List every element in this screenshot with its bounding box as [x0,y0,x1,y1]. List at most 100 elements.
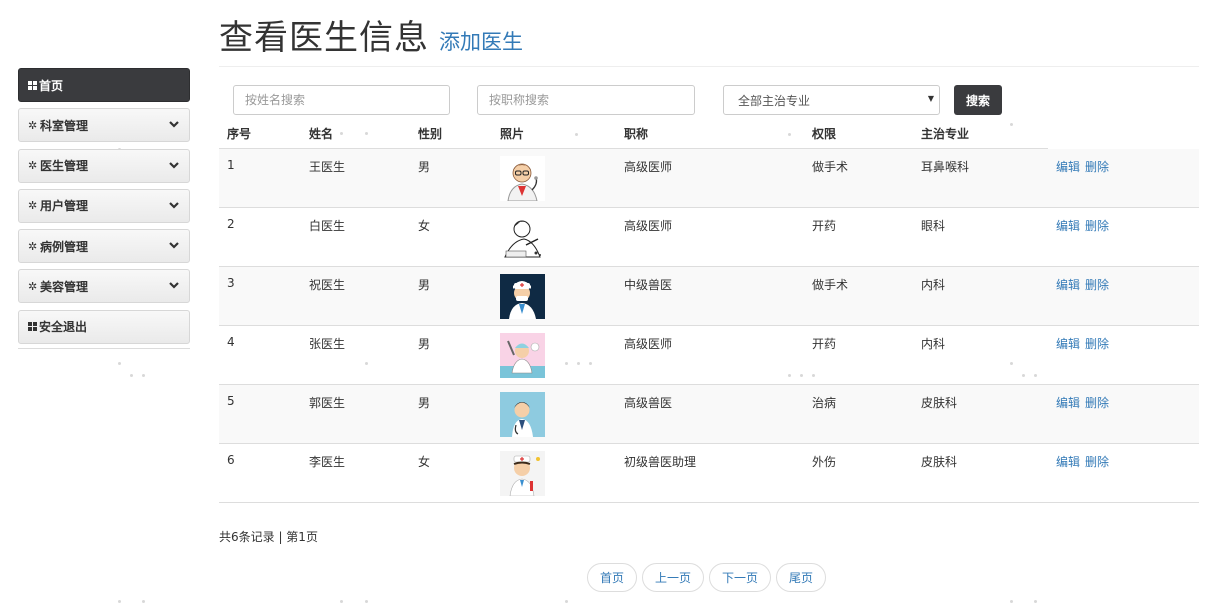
cell-gender: 男 [410,266,492,326]
sidebar-item-home[interactable]: 首页 [18,68,190,102]
sidebar-item-label: 用户管理 [40,199,89,214]
delete-link[interactable]: 删除 [1085,160,1109,174]
table-row: 2 白医生 女 高级医师 开药 眼科 编辑 删除 [219,207,1199,267]
chevron-down-icon [169,161,179,169]
delete-link[interactable]: 删除 [1085,278,1109,292]
delete-link[interactable]: 删除 [1085,337,1109,351]
cell-photo [492,148,616,208]
cell-permission: 开药 [804,325,913,385]
delete-link[interactable]: 删除 [1085,219,1109,233]
edit-link[interactable]: 编辑 [1056,219,1080,233]
chevron-down-icon [169,202,179,209]
gear-icon: ✲ [28,118,38,132]
table-row: 3 祝医生 男 中级兽医 做手术 内科 编辑 删除 [219,266,1199,326]
sidebar-item-label: 首页 [39,78,64,93]
title-search-input[interactable] [477,85,695,115]
cell-name: 祝医生 [301,266,410,326]
column-header: 权限 [804,118,913,149]
cell-photo [492,266,616,326]
cell-specialty: 内科 [913,266,1048,326]
doctor-photo [500,451,545,496]
cell-actions: 编辑 删除 [1048,207,1199,267]
edit-link[interactable]: 编辑 [1056,160,1080,174]
cell-photo [492,207,616,267]
cell-permission: 做手术 [804,148,913,208]
edit-link[interactable]: 编辑 [1056,455,1080,469]
sidebar-item-label: 病例管理 [40,239,89,254]
gear-icon: ✲ [28,199,38,213]
cell-permission: 开药 [804,207,913,267]
add-doctor-link[interactable]: 添加医生 [439,26,523,56]
column-header: 职称 [616,118,804,149]
cell-actions: 编辑 删除 [1048,148,1199,208]
cell-specialty: 耳鼻喉科 [913,148,1048,208]
page-title: 查看医生信息 [219,18,429,58]
cell-actions: 编辑 删除 [1048,384,1199,444]
gear-icon: ✲ [28,239,38,253]
cell-permission: 外伤 [804,443,913,503]
doctor-photo [500,215,545,260]
doctor-photo [500,274,545,319]
column-header: 姓名 [301,118,410,149]
sidebar-item-beauty[interactable]: ✲ 美容管理 [18,269,190,304]
table-row: 6 李医生 女 初级兽医助理 外伤 皮肤科 编辑 删除 [219,443,1199,503]
edit-link[interactable]: 编辑 [1056,278,1080,292]
cell-title: 高级医师 [616,325,804,385]
column-header: 序号 [219,118,301,149]
prev-page-button[interactable]: 上一页 [642,563,705,592]
edit-link[interactable]: 编辑 [1056,396,1080,410]
doctor-photo [500,333,545,378]
cell-title: 中级兽医 [616,266,804,326]
cell-photo [492,325,616,385]
edit-link[interactable]: 编辑 [1056,337,1080,351]
next-page-button[interactable]: 下一页 [709,563,772,592]
table-header-row: 序号 姓名 性别 照片 职称 权限 主治专业 [219,118,1199,149]
cell-specialty: 内科 [913,325,1048,385]
cell-actions: 编辑 删除 [1048,266,1199,326]
cell-id: 5 [219,384,301,444]
gear-icon: ✲ [28,159,38,173]
cell-gender: 女 [410,443,492,503]
cell-id: 1 [219,148,301,208]
cell-gender: 男 [410,384,492,444]
sidebar-item-departments[interactable]: ✲ 科室管理 [18,108,190,143]
grid-icon [28,322,37,332]
cell-actions: 编辑 删除 [1048,443,1199,503]
sidebar-item-cases[interactable]: ✲ 病例管理 [18,229,190,264]
sidebar-item-doctors[interactable]: ✲ 医生管理 [18,148,190,183]
column-header: 主治专业 [913,118,1048,149]
specialty-select-value: 全部主治专业 [738,93,811,108]
sidebar-item-label: 安全退出 [39,320,88,335]
cell-photo [492,443,616,503]
page-header: 查看医生信息 添加医生 [219,10,523,58]
sidebar-divider [18,348,190,350]
cell-id: 2 [219,207,301,267]
gear-icon: ✲ [28,279,38,293]
column-header-actions [1048,118,1199,149]
cell-specialty: 眼科 [913,207,1048,267]
delete-link[interactable]: 删除 [1085,396,1109,410]
sidebar-item-label: 科室管理 [40,118,89,133]
name-search-input[interactable] [233,85,450,115]
sidebar-item-logout[interactable]: 安全退出 [18,309,190,344]
cell-gender: 男 [410,325,492,385]
header-divider [219,66,1199,67]
cell-id: 4 [219,325,301,385]
cell-actions: 编辑 删除 [1048,325,1199,385]
doctor-photo [500,156,545,201]
cell-permission: 治病 [804,384,913,444]
table-row: 1 王医生 男 高级医师 做手术 耳鼻喉科 编辑 删除 [219,148,1199,208]
pagination: 首页 上一页 下一页 尾页 [587,563,827,592]
last-page-button[interactable]: 尾页 [776,563,827,592]
first-page-button[interactable]: 首页 [587,563,638,592]
column-header: 照片 [492,118,616,149]
cell-gender: 女 [410,207,492,267]
delete-link[interactable]: 删除 [1085,455,1109,469]
specialty-select[interactable]: 全部主治专业 ▼ [723,85,940,115]
search-button[interactable]: 搜索 [954,85,1002,115]
cell-name: 白医生 [301,207,410,267]
cell-title: 高级兽医 [616,384,804,444]
sidebar-item-users[interactable]: ✲ 用户管理 [18,188,190,223]
cell-title: 高级医师 [616,207,804,267]
column-header: 性别 [410,118,492,149]
